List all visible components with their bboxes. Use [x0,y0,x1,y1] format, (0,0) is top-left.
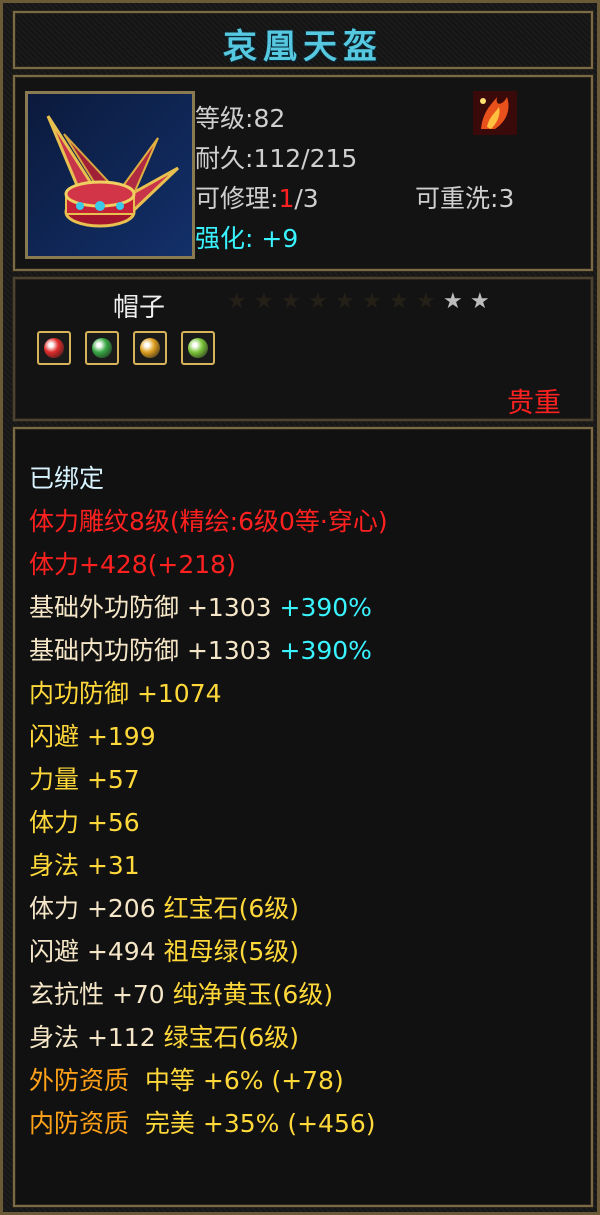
item-name: 哀凰天盔 [223,27,383,67]
level-label: 等级 [195,104,246,133]
gem-name: 祖母绿(5级) [163,937,299,966]
gem-core [140,338,160,358]
repair-current: 1 [278,184,295,213]
stat-line: 身法 +31 [29,851,140,880]
gem-stat: 身法 +112 [29,1023,156,1052]
reroll-row: 可重洗:3 [415,184,515,213]
gem-slots [37,331,237,371]
reroll-label: 可重洗 [415,184,491,213]
repair-total: /3 [294,184,319,213]
gem-stat: 闪避 +494 [29,937,156,966]
int-defense-label: 基础内功防御 [29,636,180,665]
bound-status: 已绑定 [29,464,105,493]
star-icon: ★ [335,289,355,314]
stat-line: 内功防御 +1074 [29,679,222,708]
reroll-value: 3 [498,184,515,213]
ext-defense-label: 基础外功防御 [29,593,180,622]
repair-label: 可修理 [195,184,271,213]
item-tooltip: 哀凰天盔 等级:82 耐久:112/215 可修理:1/3 可重洗:3 强化: … [0,0,600,1215]
star-rating: ★ ★ ★ ★ ★ ★ ★ ★ ★ ★ [227,289,507,317]
quality-grade: 完美 [144,1109,195,1138]
quality-value: +35% (+456) [202,1109,376,1138]
gem-core [44,338,64,358]
rarity-label: 贵重 [507,388,561,419]
gem-core [188,338,208,358]
quality-line: 内防资质 完美 +35% (+456) [29,1104,376,1140]
gem-stat-line: 玄抗性 +70 纯净黄玉(6级) [29,975,333,1011]
gem-name: 纯净黄玉(6级) [172,980,334,1009]
enhance-row: 强化: +9 [195,219,298,255]
item-icon-frame [25,91,195,259]
enhance-label: 强化: [195,224,254,253]
int-defense-line: 基础内功防御 +1303 +390% [29,631,372,667]
gem-stat-line: 体力 +206 红宝石(6级) [29,889,299,925]
level-value: 82 [253,104,286,133]
engrave-line: 体力雕纹8级(精绘:6级0等·穿心) [29,507,388,536]
star-icon: ★ [227,289,247,314]
ext-defense-value: +1303 [186,593,272,622]
quality-line: 外防资质 中等 +6% (+78) [29,1061,344,1097]
quality-grade: 中等 [144,1066,195,1095]
helmet-icon [28,94,192,256]
star-icon: ★ [389,289,409,314]
gem-stat: 玄抗性 +70 [29,980,165,1009]
star-icon: ★ [254,289,274,314]
quality-label: 内防资质 [29,1109,130,1138]
quality-value: +6% (+78) [202,1066,344,1095]
item-type-panel: 帽子 ★ ★ ★ ★ ★ ★ ★ ★ ★ ★ 贵重 [13,277,593,421]
star-icon: ★ [416,289,436,314]
star-icon: ★ [308,289,328,314]
ext-defense-pct: +390% [279,593,372,622]
gem-stat-line: 闪避 +494 祖母绿(5级) [29,932,299,968]
level-row: 等级:82 [195,104,286,133]
green-gem-icon[interactable] [85,331,119,365]
gem-stat-line: 身法 +112 绿宝石(6级) [29,1018,299,1054]
stats-panel: 已绑定 体力雕纹8级(精绘:6级0等·穿心) 体力+428(+218) 基础外功… [13,427,593,1207]
title-bar: 哀凰天盔 [13,11,593,69]
gem-name: 绿宝石(6级) [163,1023,299,1052]
star-icon: ★ [443,289,463,314]
stat-line: 体力 +56 [29,808,140,837]
repair-row: 可修理:1/3 [195,184,319,213]
ext-defense-line: 基础外功防御 +1303 +390% [29,588,372,624]
gem-stat: 体力 +206 [29,894,156,923]
durability-label: 耐久 [195,144,246,173]
int-defense-pct: +390% [279,636,372,665]
star-icon: ★ [470,289,490,314]
gem-name: 红宝石(6级) [163,894,299,923]
fire-phoenix-icon [473,91,517,135]
gem-core [92,338,112,358]
durability-row: 耐久:112/215 [195,144,358,173]
stamina-main-line: 体力+428(+218) [29,550,236,579]
stat-line: 力量 +57 [29,765,140,794]
int-defense-value: +1303 [186,636,272,665]
quality-label: 外防资质 [29,1066,130,1095]
enhance-value: +9 [261,224,299,253]
light-green-gem-icon[interactable] [181,331,215,365]
stat-line: 闪避 +199 [29,722,156,751]
yellow-gem-icon[interactable] [133,331,167,365]
star-icon: ★ [362,289,382,314]
item-info-panel: 等级:82 耐久:112/215 可修理:1/3 可重洗:3 强化: +9 [13,75,593,271]
durability-value: 112/215 [253,144,358,173]
item-type: 帽子 [113,293,166,323]
red-gem-icon[interactable] [37,331,71,365]
star-icon: ★ [281,289,301,314]
